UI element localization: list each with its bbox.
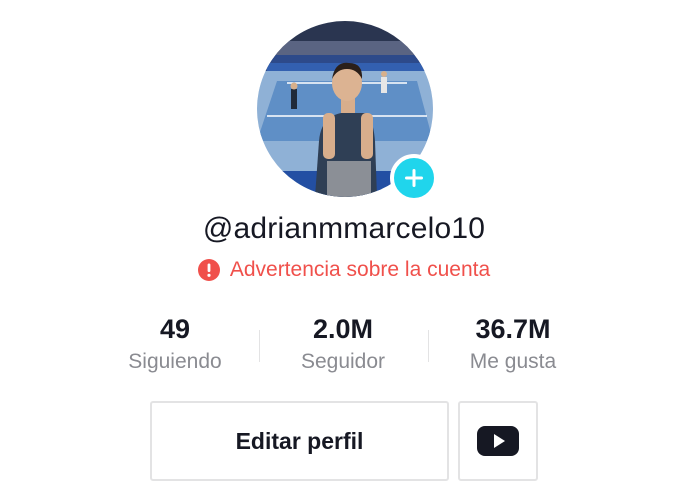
account-warning-link[interactable]: Advertencia sobre la cuenta (0, 258, 688, 282)
profile-stats: 49 Siguiendo 2.0M Seguidor 36.7M Me gust… (0, 314, 688, 380)
stats-divider (259, 330, 260, 362)
youtube-button[interactable] (458, 401, 538, 481)
username: @adrianmmarcelo10 (202, 212, 486, 245)
edit-profile-label: Editar perfil (235, 427, 364, 454)
stat-likes[interactable]: 36.7M Me gusta (428, 314, 598, 376)
stat-followers[interactable]: 2.0M Seguidor (258, 314, 428, 376)
following-label: Siguiendo (128, 350, 222, 373)
avatar-container (257, 21, 438, 202)
youtube-icon (477, 426, 519, 456)
stats-divider (428, 330, 429, 362)
plus-icon (405, 169, 423, 187)
followers-count: 2.0M (312, 314, 374, 344)
followers-label: Seguidor (300, 350, 386, 373)
stat-following[interactable]: 49 Siguiendo (90, 314, 260, 376)
alert-circle-icon (197, 259, 220, 281)
follow-add-button[interactable] (390, 154, 438, 202)
following-count: 49 (159, 314, 191, 344)
likes-count: 36.7M (475, 314, 551, 344)
likes-label: Me gusta (469, 350, 557, 373)
account-warning-text: Advertencia sobre la cuenta (229, 258, 491, 281)
edit-profile-button[interactable]: Editar perfil (150, 401, 449, 481)
